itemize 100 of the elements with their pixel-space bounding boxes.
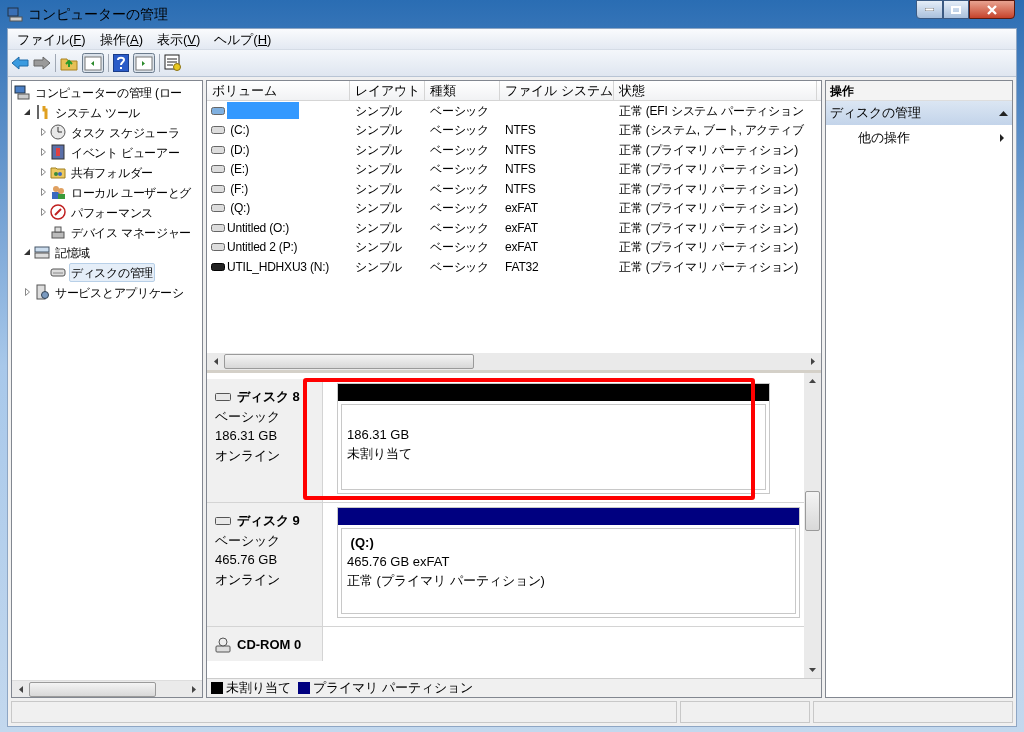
actions-header: 操作 [826,81,1012,101]
column-header[interactable]: 種類 [425,81,500,101]
drive-icon [211,126,225,135]
tree-item[interactable]: サービスとアプリケーシ [53,282,186,302]
table-cell-text: 正常 (プライマリ パーティション) [619,180,799,198]
legend-label: プライマリ パーティション [313,679,473,698]
disk-name: ディスク 8 [237,388,300,406]
window-title: コンピューターの管理 [28,4,168,24]
folder-up-icon[interactable] [60,55,78,71]
collapsed-arrow-icon[interactable] [40,128,46,136]
tree-item[interactable]: 共有フォルダー [69,162,155,182]
table-cell-text: (E:) [229,161,249,179]
device-icon [50,224,66,240]
table-cell-text: シンプル [355,141,403,159]
table-cell-text: シンプル [355,200,403,218]
minimize-button[interactable] [916,0,943,19]
table-cell-text: (F:) [229,180,248,198]
column-header[interactable]: ボリューム [207,81,350,101]
collapsed-arrow-icon[interactable] [40,148,46,156]
table-cell-text: ベーシック [430,141,489,159]
table-cell-text: NTFS [505,122,536,140]
table-cell-text: ベーシック [430,180,489,198]
collapsed-arrow-icon[interactable] [40,188,46,196]
drive-icon [211,204,225,213]
actions-section[interactable]: ディスクの管理 [826,101,1012,125]
scroll-up-icon[interactable] [809,379,816,383]
partition-info: 正常 (プライマリ パーティション) [347,572,546,590]
table-cell-text: 正常 (EFI システム パーティション [619,102,804,120]
computer-icon [7,6,23,22]
tree-item[interactable]: ローカル ユーザーとグ [69,182,194,202]
vertical-scrollbar[interactable] [804,373,821,678]
help-icon[interactable] [113,54,129,72]
tree-item[interactable]: 記憶域 [53,242,93,262]
tree-item[interactable]: システム ツール [53,102,142,122]
column-header[interactable]: 状態 [614,81,817,101]
scroll-thumb[interactable] [805,491,820,531]
tree-item[interactable]: タスク スケジューラ [69,122,182,142]
table-cell-text: シンプル [355,180,403,198]
storage-icon [34,244,50,260]
table-cell-text: 正常 (プライマリ パーティション) [619,141,799,159]
tree-item[interactable]: デバイス マネージャー [69,222,194,242]
disk-drive-icon [215,392,231,401]
drive-icon [211,106,225,115]
table-cell-text: 正常 (システム, ブート, アクティブ [619,122,804,140]
tree-item[interactable]: ディスクの管理 [69,262,155,282]
table-cell-text: シンプル [355,219,403,237]
expanded-arrow-icon[interactable] [24,249,30,255]
menu-item[interactable]: ヘルプ(H) [207,29,279,49]
horizontal-scrollbar[interactable] [12,680,202,697]
scroll-thumb[interactable] [224,354,474,369]
table-cell-text: ベーシック [430,239,489,257]
partition-info: 465.76 GB exFAT [347,553,451,571]
cd-drive-icon [215,636,231,653]
table-cell-text: 正常 (プライマリ パーティション) [619,161,799,179]
table-cell-text: ベーシック [430,219,489,237]
pane-toggle-icon[interactable] [133,53,155,73]
disk-info: 186.31 GB [215,427,279,445]
properties-icon[interactable] [164,54,182,72]
collapsed-arrow-icon[interactable] [40,208,46,216]
table-cell-text: シンプル [355,102,403,120]
table-cell-text: Untitled 2 (P:) [227,239,298,257]
disk-name: ディスク 9 [237,512,300,530]
tree-item[interactable]: パフォーマンス [69,202,155,222]
maximize-button[interactable] [943,0,969,19]
drive-icon [211,165,225,174]
table-cell-text: UTIL_HDHXU3 (N:) [227,258,330,276]
users-icon [50,184,66,200]
tree-item[interactable]: イベント ビューアー [69,142,182,162]
disk-info: 465.76 GB [215,551,279,569]
horizontal-scrollbar[interactable] [207,353,821,370]
table-cell-text: NTFS [505,180,536,198]
drive-icon [211,262,225,271]
collapsed-arrow-icon[interactable] [40,168,46,176]
tree-item[interactable]: コンピューターの管理 (ロー [33,82,185,102]
expanded-arrow-icon[interactable] [24,109,30,115]
disk-drive-icon [215,516,231,525]
drive-icon [211,243,225,252]
event-log-icon [50,144,66,160]
scroll-thumb[interactable] [29,681,156,697]
column-header[interactable]: レイアウト [350,81,425,101]
scroll-down-icon[interactable] [809,668,816,672]
disk-info: オンライン [215,570,281,589]
action-item[interactable]: 他の操作 [826,125,1012,150]
menu-item[interactable]: 操作(A) [92,29,150,49]
menu-item[interactable]: ファイル(F) [10,29,93,49]
table-cell-text: シンプル [355,161,403,179]
tools-icon [34,104,50,120]
menu-item[interactable]: 表示(V) [150,29,208,49]
close-button[interactable] [969,0,1015,19]
pane-toggle-icon[interactable] [82,53,104,73]
column-header[interactable]: ファイル システム [500,81,614,101]
drive-icon [211,184,225,193]
forward-arrow-icon[interactable] [33,56,51,70]
collapsed-arrow-icon[interactable] [24,288,30,296]
table-cell-text: NTFS [505,141,536,159]
table-cell-text: シンプル [355,239,403,257]
back-arrow-icon[interactable] [11,56,29,70]
table-cell-text: シンプル [355,258,403,276]
partition-info: 186.31 GB [347,426,411,444]
table-cell-text: exFAT [505,219,538,237]
